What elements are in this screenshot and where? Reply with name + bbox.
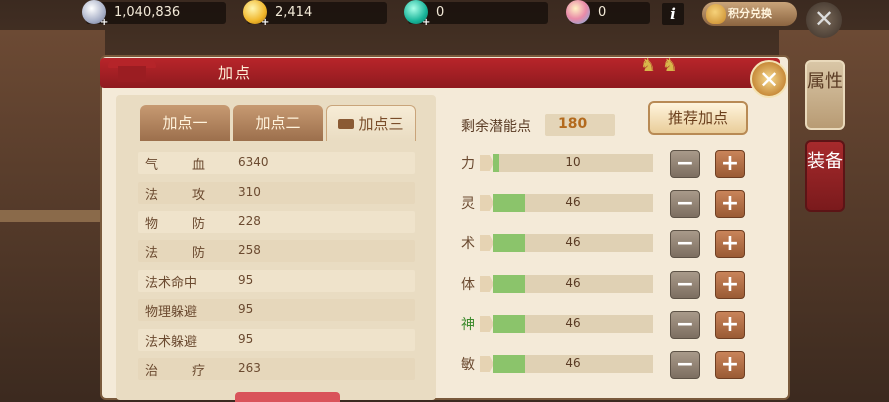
stat-name: 治疗 bbox=[145, 364, 205, 379]
recommend-points-button[interactable]: 推荐加点 bbox=[648, 101, 748, 135]
decrease-mind-button[interactable]: − bbox=[670, 311, 700, 339]
attribute-bar: 10 bbox=[493, 154, 653, 172]
decrease-agility-button[interactable]: − bbox=[670, 351, 700, 379]
money-bag-icon bbox=[706, 4, 726, 24]
stat-value: 95 bbox=[238, 332, 254, 346]
stat-row-hp: 气血 6340 bbox=[138, 152, 415, 174]
stat-value: 263 bbox=[238, 361, 261, 375]
attribute-bar: 46 bbox=[493, 315, 653, 333]
decrease-spirit-button[interactable]: − bbox=[670, 190, 700, 218]
bed-icon bbox=[338, 118, 355, 129]
tab-label: 加点三 bbox=[358, 115, 404, 133]
resource-bar: + 1,040,836 + 2,414 + 0 0 i 积分兑换 ✕ bbox=[0, 0, 889, 38]
jade-amount: 0 bbox=[436, 5, 445, 20]
attribute-value: 10 bbox=[565, 155, 581, 169]
stat-value: 228 bbox=[238, 214, 261, 228]
confirm-button[interactable] bbox=[235, 392, 340, 402]
stat-value: 95 bbox=[238, 302, 254, 316]
add-icon: + bbox=[261, 17, 270, 28]
tab-add-points-1[interactable]: 加点一 bbox=[140, 105, 230, 141]
stat-name: 法术命中 bbox=[145, 276, 198, 291]
stat-row-spell-hit: 法术命中 95 bbox=[138, 270, 415, 292]
stat-row-physical-dodge: 物理躲避 95 bbox=[138, 299, 415, 321]
tab-add-points-3[interactable]: 加点三 bbox=[326, 105, 416, 141]
decrease-spell-button[interactable]: − bbox=[670, 230, 700, 258]
decrease-strength-button[interactable]: − bbox=[670, 150, 700, 178]
attribute-value: 46 bbox=[565, 235, 581, 249]
panel-title: 加点 bbox=[218, 64, 253, 82]
gem-amount: 0 bbox=[598, 5, 607, 20]
points-exchange-label: 积分兑换 bbox=[728, 7, 772, 20]
background-shelf bbox=[0, 210, 105, 222]
increase-agility-button[interactable]: + bbox=[715, 351, 745, 379]
pagoda-roof-icon bbox=[108, 48, 156, 88]
increase-spell-button[interactable]: + bbox=[715, 230, 745, 258]
horse-decoration-icon: ♞ ♞ bbox=[640, 55, 678, 76]
close-window-button[interactable]: ✕ bbox=[806, 2, 842, 38]
stat-value: 258 bbox=[238, 243, 261, 257]
attribute-value: 46 bbox=[565, 356, 581, 370]
gem-counter: 0 bbox=[566, 0, 650, 24]
side-tab-attributes[interactable]: 属性 bbox=[805, 60, 845, 130]
stat-value: 95 bbox=[238, 273, 254, 287]
stat-row-spell-dodge: 法术躲避 95 bbox=[138, 329, 415, 351]
remaining-points-label: 剩余潜能点 bbox=[461, 119, 531, 135]
stat-name: 法攻 bbox=[145, 188, 205, 203]
increase-strength-button[interactable]: + bbox=[715, 150, 745, 178]
side-tab-equipment[interactable]: 装备 bbox=[805, 140, 845, 212]
stat-row-magic-attack: 法攻 310 bbox=[138, 182, 415, 204]
tab-label: 加点二 bbox=[255, 114, 301, 132]
close-panel-button[interactable]: ✕ bbox=[750, 60, 788, 98]
stat-name: 物防 bbox=[145, 217, 205, 232]
gem-icon bbox=[566, 0, 590, 24]
attribute-value: 46 bbox=[565, 316, 581, 330]
points-exchange-button[interactable]: 积分兑换 bbox=[702, 2, 797, 26]
silver-counter[interactable]: + 1,040,836 bbox=[82, 0, 226, 28]
stat-row-physical-defense: 物防 228 bbox=[138, 211, 415, 233]
gold-amount: 2,414 bbox=[275, 5, 313, 20]
attribute-bar: 46 bbox=[493, 355, 653, 373]
gold-counter[interactable]: + 2,414 bbox=[243, 0, 387, 28]
attribute-bar: 46 bbox=[493, 275, 653, 293]
info-button[interactable]: i bbox=[662, 3, 684, 25]
increase-spirit-button[interactable]: + bbox=[715, 190, 745, 218]
attribute-value: 46 bbox=[565, 195, 581, 209]
tab-label: 加点一 bbox=[162, 114, 208, 132]
stat-value: 310 bbox=[238, 185, 261, 199]
attribute-value: 46 bbox=[565, 276, 581, 290]
attribute-bar: 46 bbox=[493, 234, 653, 252]
stat-row-magic-defense: 法防 258 bbox=[138, 240, 415, 262]
stat-name: 法术躲避 bbox=[145, 335, 198, 350]
stat-name: 法防 bbox=[145, 246, 205, 261]
jade-counter[interactable]: + 0 bbox=[404, 0, 548, 28]
increase-mind-button[interactable]: + bbox=[715, 311, 745, 339]
stat-name: 气血 bbox=[145, 158, 205, 173]
tab-add-points-2[interactable]: 加点二 bbox=[233, 105, 323, 141]
remaining-points-value: 180 bbox=[558, 116, 588, 132]
silver-amount: 1,040,836 bbox=[114, 5, 181, 20]
add-icon: + bbox=[100, 17, 109, 28]
attribute-bar: 46 bbox=[493, 194, 653, 212]
increase-constitution-button[interactable]: + bbox=[715, 271, 745, 299]
decrease-constitution-button[interactable]: − bbox=[670, 271, 700, 299]
add-icon: + bbox=[422, 17, 431, 28]
stat-value: 6340 bbox=[238, 155, 269, 169]
stat-row-healing: 治疗 263 bbox=[138, 358, 415, 380]
stat-name: 物理躲避 bbox=[145, 305, 198, 320]
